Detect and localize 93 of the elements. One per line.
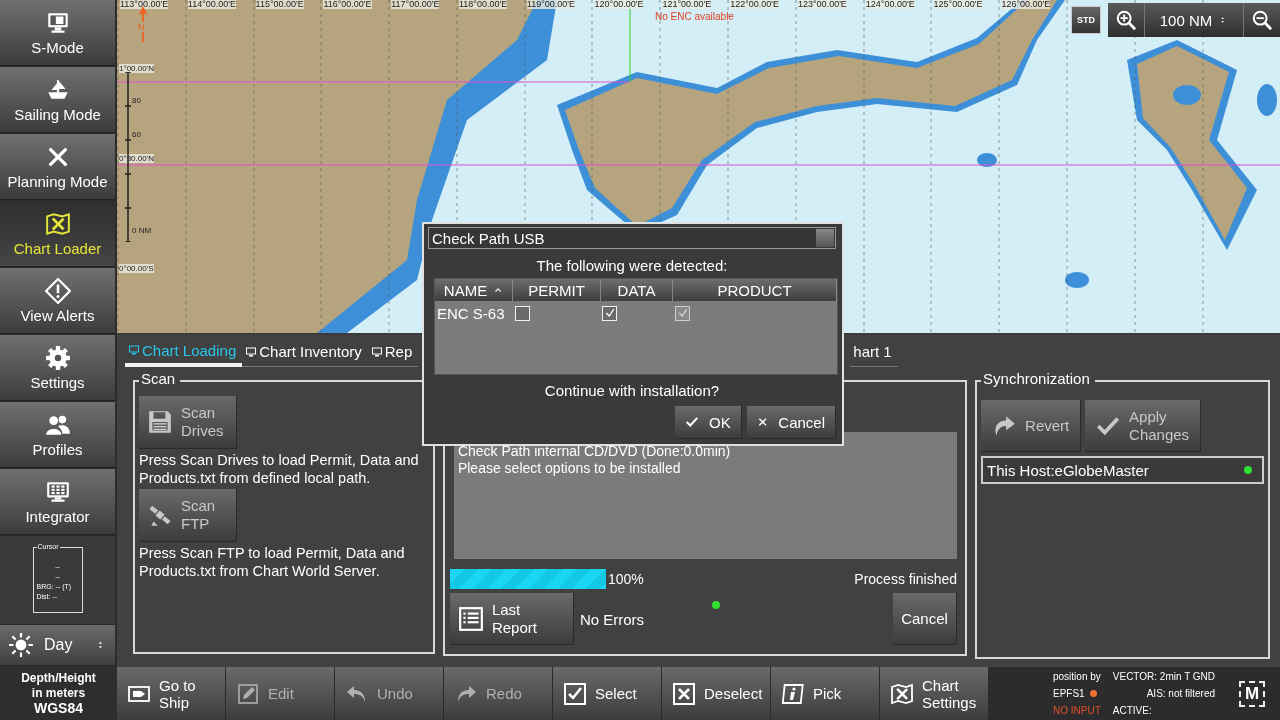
- checkmark-icon: [676, 307, 689, 319]
- tab[interactable]: Rep: [367, 337, 419, 367]
- longitude-label: 123°00.00'E: [798, 0, 847, 9]
- std-button[interactable]: STD: [1071, 6, 1101, 34]
- warning-icon: [44, 277, 71, 304]
- result-text: No Errors: [579, 610, 645, 628]
- zoom-out-icon: [1251, 9, 1273, 31]
- cancel-button[interactable]: Cancel: [893, 593, 958, 645]
- column-header[interactable]: NAME: [435, 279, 513, 301]
- settings-icon: [44, 344, 71, 371]
- sidebar-item[interactable]: Settings: [0, 335, 115, 401]
- longitude-label: 116°00.00'E: [323, 0, 372, 9]
- monitor-icon: [245, 345, 258, 358]
- sidebar-item[interactable]: Planning Mode: [0, 134, 115, 200]
- longitude-label: 120°00.00'E: [594, 0, 644, 9]
- sidebar-item[interactable]: Sailing Mode: [0, 67, 115, 133]
- map-tools-icon: [890, 681, 914, 706]
- progress-reading: 100%: [607, 571, 644, 587]
- host-name: This Host:eGlobeMaster: [987, 461, 1149, 479]
- longitude-label: 115°00.00'E: [255, 0, 304, 9]
- column-header[interactable]: PERMIT: [513, 279, 601, 301]
- dialog-title: Check Path USB: [432, 229, 545, 247]
- status-warning: NO INPUT: [1053, 704, 1101, 718]
- day-mode-dropdown[interactable]: Day: [0, 625, 115, 665]
- column-header[interactable]: DATA: [601, 279, 673, 301]
- sun-icon: [8, 632, 34, 658]
- sidebar-item[interactable]: View Alerts: [0, 268, 115, 334]
- monitor-icon: [370, 345, 383, 358]
- range-dropdown[interactable]: 100 NM: [1144, 3, 1244, 37]
- dialog-button[interactable]: OK: [675, 406, 742, 439]
- column-header[interactable]: PRODUCT: [673, 279, 837, 301]
- pencil-icon: [236, 681, 260, 706]
- status-text: Process finished: [854, 571, 958, 587]
- host-row[interactable]: This Host:eGlobeMaster: [981, 456, 1264, 484]
- sidebar-item[interactable]: Chart Loader: [0, 201, 115, 267]
- chart-notice: No ENC available: [655, 11, 734, 22]
- x-box-icon: [672, 681, 696, 706]
- mode-button[interactable]: M: [1239, 680, 1266, 707]
- longitude-label: 121°00.00'E: [662, 0, 712, 9]
- sidebar-item[interactable]: Integrator: [0, 469, 115, 535]
- tab[interactable]: Chart Inventory: [242, 337, 368, 367]
- longitude-label: 125°00.00'E: [933, 0, 983, 9]
- zoom-in-icon: [1115, 9, 1137, 31]
- checkbox-icon: [563, 681, 587, 706]
- north-label: N: [138, 22, 145, 32]
- status-label: position by: [1053, 670, 1101, 684]
- scale-label: 80: [132, 96, 141, 105]
- longitude-label: 118°00.00'E: [459, 0, 508, 9]
- scale-label: 60: [132, 130, 141, 139]
- longitude-label: 124°00.00'E: [865, 0, 915, 9]
- status-value: VECTOR: 2min T GND: [1112, 670, 1216, 684]
- longitude-label: 126°00.00'E: [1001, 0, 1051, 9]
- longitude-label: 122°00.00'E: [730, 0, 780, 9]
- dialog-message: The following were detected:: [535, 257, 729, 274]
- toolbar-button[interactable]: Deselect: [662, 667, 771, 720]
- longitude-label: 119°00.00'E: [526, 0, 575, 9]
- dialog-question: Continue with installation?: [543, 382, 721, 399]
- log-line: Please select options to be installed: [457, 460, 682, 477]
- toolbar-button[interactable]: Select: [553, 667, 662, 720]
- sidebar-item[interactable]: Profiles: [0, 402, 115, 468]
- longitude-label: 113°00.00'E: [120, 0, 169, 9]
- longitude-label: 114°00.00'E: [187, 0, 236, 9]
- log-line: Check Path internal CD/DVD (Done:0.0min): [457, 443, 732, 460]
- status-label: ACTIVE:: [1112, 704, 1153, 718]
- help-text: Press Scan FTP to load Permit, Data and Products.txt from Chart World Server.: [139, 544, 406, 580]
- tab[interactable]: Chart Loading: [125, 337, 243, 367]
- depth-label: Depth/Height: [21, 671, 96, 686]
- sidebar-item[interactable]: S-Mode: [0, 0, 115, 66]
- datum-label: WGS84: [34, 701, 83, 716]
- group-title: Synchronization: [981, 370, 1095, 387]
- help-text: Press Scan Drives to load Permit, Data and Products.txt from defined local path.: [139, 451, 420, 487]
- close-icon: [757, 415, 769, 429]
- map-tools-icon: [44, 210, 71, 237]
- info-icon: [781, 681, 805, 706]
- table-cell: ENC S-63: [437, 304, 505, 322]
- latitude-label: 0°00.00'S: [119, 264, 154, 273]
- longitude-label: 117°00.00'E: [391, 0, 440, 9]
- status-value: EPFS1: [1053, 687, 1085, 701]
- toolbar-button[interactable]: Pick: [771, 667, 880, 720]
- tab[interactable]: hart 1: [850, 337, 898, 367]
- toolbar-button[interactable]: Chart Settings: [880, 667, 989, 720]
- toolbar-button[interactable]: Go to Ship: [117, 667, 226, 720]
- monitor-icon: [128, 344, 140, 356]
- report-icon: [457, 605, 484, 632]
- dialog-button[interactable]: Cancel: [747, 406, 836, 439]
- sort-caret-icon: [493, 285, 504, 295]
- scale-label: 0 NM: [132, 226, 152, 235]
- checkmark-icon: [603, 307, 616, 319]
- depth-label: in meters: [31, 686, 86, 701]
- status-value: AIS: not filtered: [1145, 687, 1216, 701]
- checkmark-icon: [685, 415, 699, 429]
- latitude-label: 1°00.00'N: [119, 64, 154, 73]
- last-report-button[interactable]: Last Report: [449, 593, 574, 645]
